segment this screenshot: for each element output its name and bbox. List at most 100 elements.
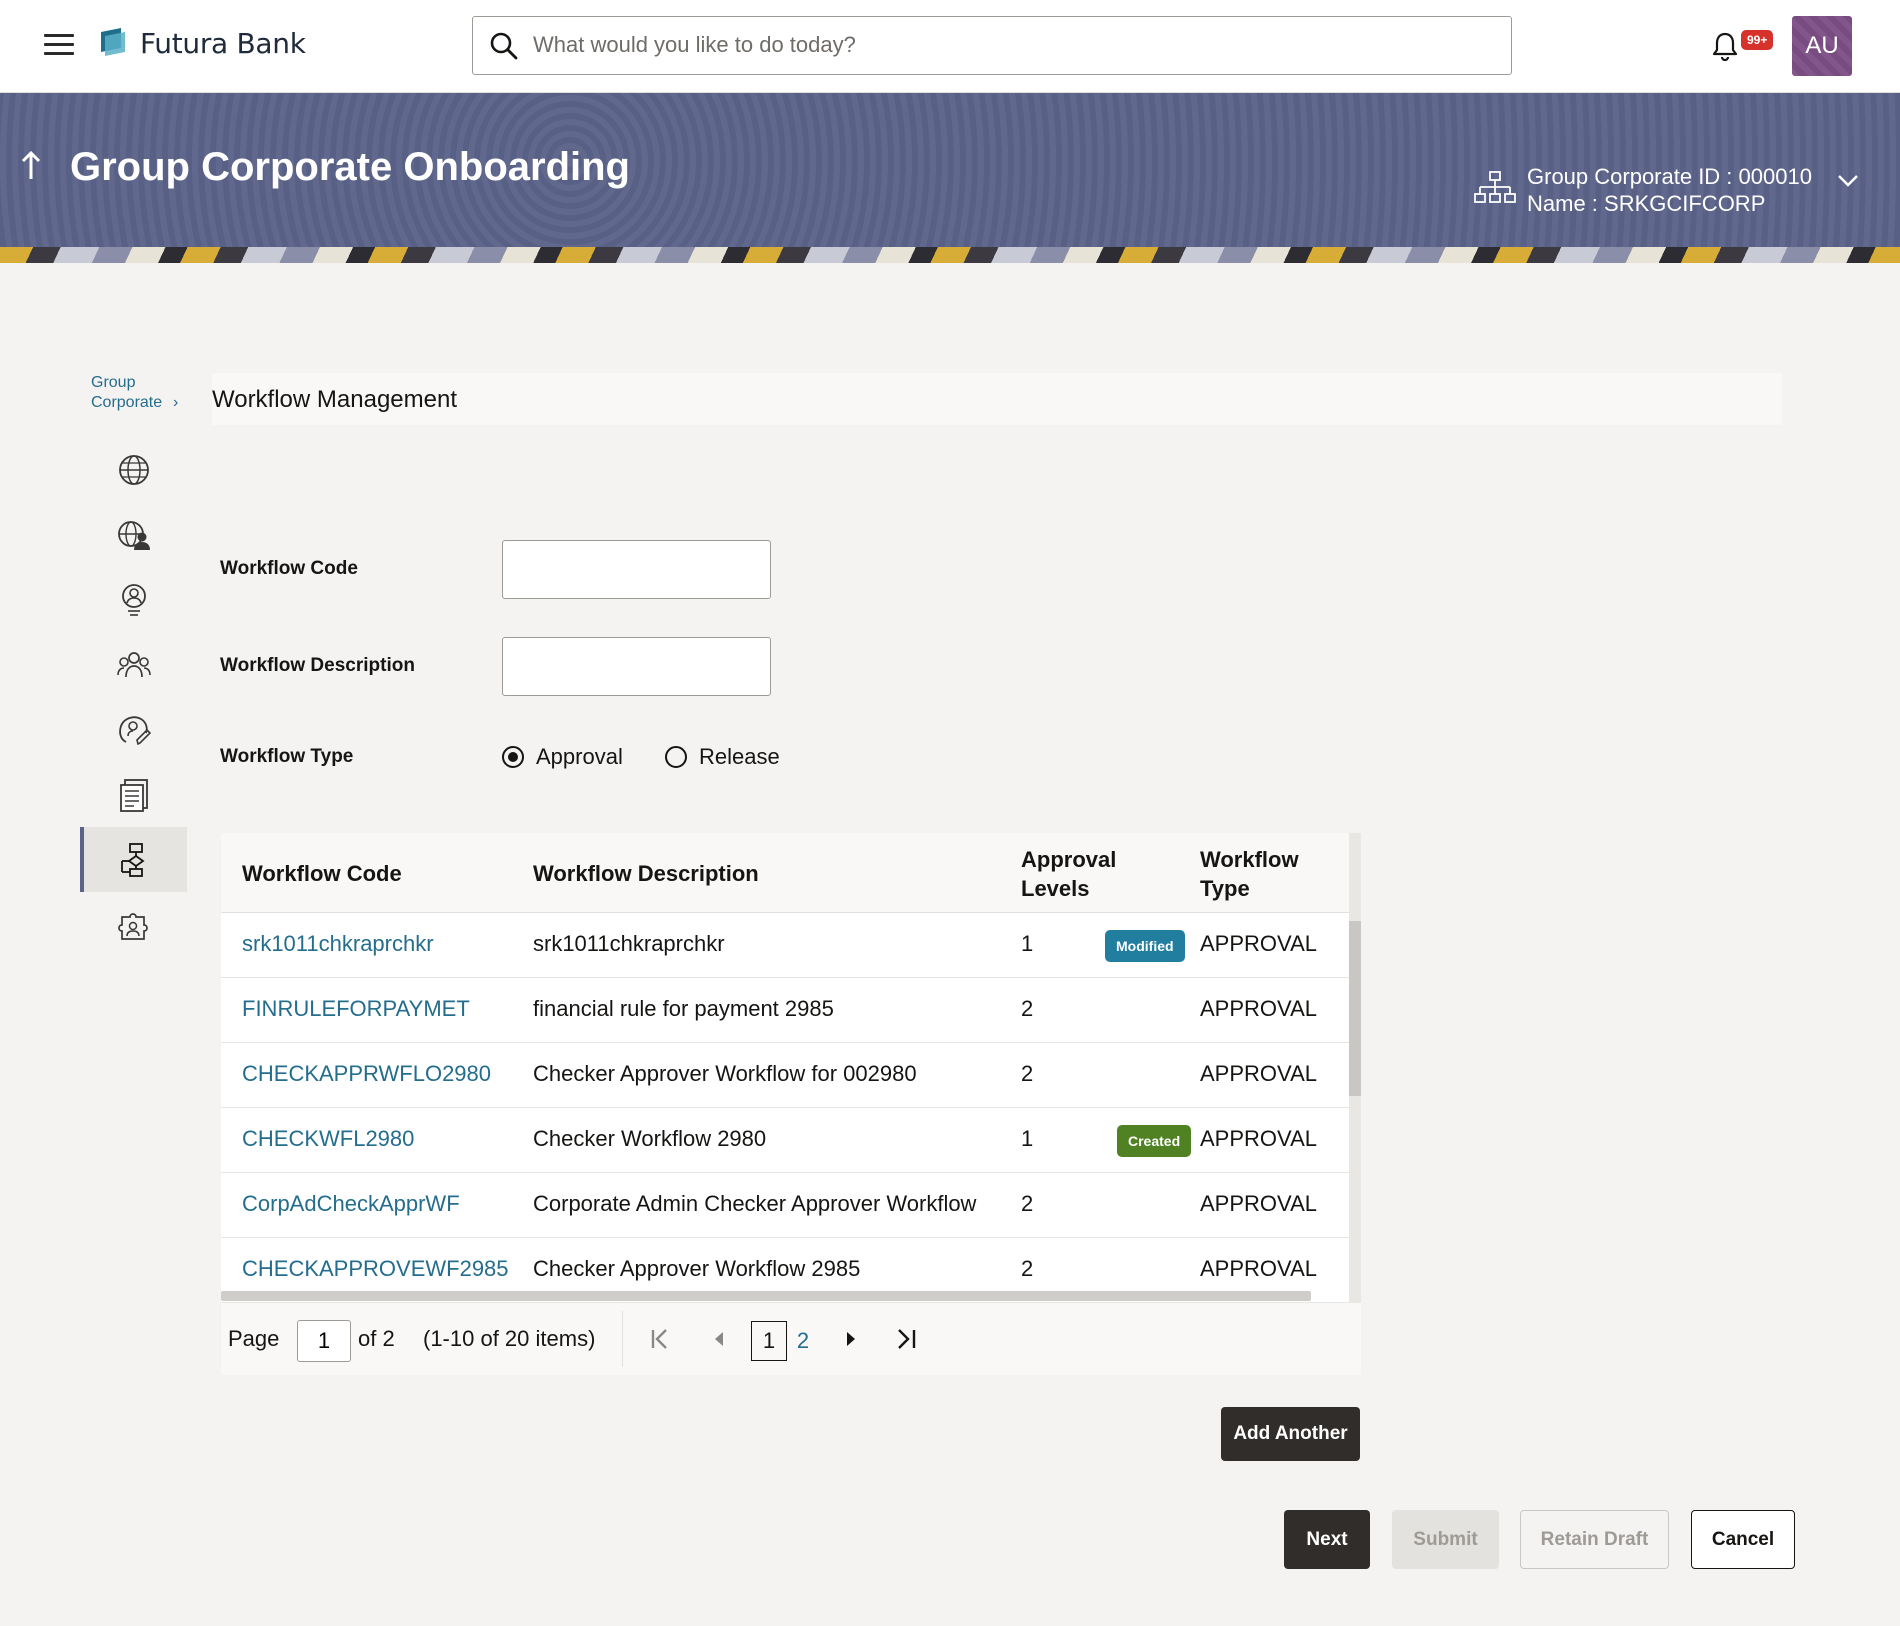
search-bar[interactable] <box>472 16 1512 75</box>
sidebar-item-document-list[interactable] <box>80 762 187 827</box>
table-row: CHECKWFL2980 Checker Workflow 2980 1 Cre… <box>221 1108 1349 1173</box>
workflow-code-label: Workflow Code <box>220 558 358 579</box>
workflow-table: Workflow Code Workflow Description Appro… <box>221 833 1361 1303</box>
items-range-label: (1-10 of 20 items) <box>423 1326 596 1351</box>
column-header-type-line2: Type <box>1200 876 1250 901</box>
horizontal-scrollbar[interactable] <box>221 1291 1311 1301</box>
org-hierarchy-icon <box>1474 171 1516 203</box>
column-header-levels[interactable]: Approval Levels <box>1021 845 1116 903</box>
approval-levels: 2 <box>1021 1256 1034 1281</box>
last-page-button[interactable] <box>891 1323 923 1355</box>
workflow-description: Checker Workflow 2980 <box>533 1126 767 1151</box>
back-arrow-icon[interactable] <box>18 149 44 183</box>
pagination-bar: Page of 2 (1-10 of 20 items) 1 2 <box>221 1303 1361 1375</box>
radio-release[interactable]: Release <box>665 744 780 770</box>
table-row: srk1011chkraprchkr srk1011chkraprchkr 1 … <box>221 913 1349 978</box>
workflow-type: APPROVAL <box>1200 1191 1317 1216</box>
brand-name: Futura Bank <box>140 27 306 60</box>
workflow-code-link[interactable]: CHECKWFL2980 <box>242 1126 414 1152</box>
table-header: Workflow Code Workflow Description Appro… <box>221 833 1349 913</box>
corporate-info: Group Corporate ID : 000010 Name : SRKGC… <box>1527 163 1812 217</box>
submit-button[interactable]: Submit <box>1392 1510 1499 1569</box>
radio-approval-label: Approval <box>536 744 623 769</box>
page-label: Page <box>228 1326 280 1351</box>
workflow-description: Checker Approver Workflow for 002980 <box>533 1061 917 1086</box>
page-number-2[interactable]: 2 <box>785 1321 821 1361</box>
sidebar-item-puzzle-users[interactable] <box>80 892 187 957</box>
banner-decorative-strip <box>0 247 1900 263</box>
previous-page-icon <box>715 1332 723 1346</box>
hamburger-menu-icon[interactable] <box>44 34 74 58</box>
workflow-icon <box>120 842 145 877</box>
sidebar-item-users-group[interactable] <box>80 632 187 697</box>
page-number-input[interactable] <box>297 1320 351 1362</box>
user-edit-icon <box>118 715 151 745</box>
vertical-scrollbar-thumb[interactable] <box>1349 921 1361 1096</box>
page-count-label: of 2 <box>358 1326 395 1351</box>
workflow-type-label: Workflow Type <box>220 746 354 767</box>
document-list-icon <box>119 778 148 812</box>
approval-levels: 2 <box>1021 1061 1034 1086</box>
breadcrumb-label-line2: Corporate <box>91 394 163 411</box>
column-header-type[interactable]: Workflow Type <box>1200 845 1299 903</box>
futura-bank-logo-icon <box>101 28 125 56</box>
search-input[interactable] <box>533 25 1493 65</box>
table-row: FINRULEFORPAYMET financial rule for paym… <box>221 978 1349 1043</box>
users-group-icon <box>116 651 151 677</box>
radio-approval[interactable]: Approval <box>502 744 623 770</box>
approval-levels: 1 <box>1021 931 1034 956</box>
radio-unselected-icon <box>665 746 687 768</box>
workflow-description: financial rule for payment 2985 <box>533 996 834 1021</box>
retain-draft-button[interactable]: Retain Draft <box>1520 1510 1669 1569</box>
next-button[interactable]: Next <box>1284 1510 1370 1569</box>
next-page-button[interactable] <box>835 1323 867 1355</box>
add-another-button[interactable]: Add Another <box>1221 1407 1360 1461</box>
workflow-description: srk1011chkraprchkr <box>533 931 725 956</box>
workflow-type: APPROVAL <box>1200 1061 1317 1086</box>
workflow-code-link[interactable]: CHECKAPPROVEWF2985 <box>242 1256 509 1282</box>
sidebar-item-workflow[interactable] <box>80 827 187 892</box>
approval-levels: 2 <box>1021 1191 1034 1216</box>
workflow-code-link[interactable]: FINRULEFORPAYMET <box>242 996 470 1022</box>
workflow-type: APPROVAL <box>1200 996 1317 1021</box>
column-header-description[interactable]: Workflow Description <box>533 859 759 888</box>
chevron-down-icon[interactable] <box>1836 173 1860 189</box>
sidebar-item-globe-user[interactable] <box>80 502 187 567</box>
sidebar-item-globe[interactable] <box>80 437 187 502</box>
workflow-description: Corporate Admin Checker Approver Workflo… <box>533 1191 977 1216</box>
cancel-button[interactable]: Cancel <box>1691 1510 1795 1569</box>
status-badge-modified: Modified <box>1105 930 1185 962</box>
next-page-icon <box>847 1332 855 1346</box>
workflow-type: APPROVAL <box>1200 1126 1317 1151</box>
sidebar-item-user-badge[interactable] <box>80 567 187 632</box>
radio-selected-icon <box>502 746 524 768</box>
user-avatar[interactable]: AU <box>1792 16 1852 76</box>
side-navigation <box>80 437 187 957</box>
sidebar-item-user-edit[interactable] <box>80 697 187 762</box>
workflow-code-link[interactable]: srk1011chkraprchkr <box>242 931 434 957</box>
workflow-code-input[interactable] <box>502 540 771 599</box>
breadcrumb-label-line1: Group <box>91 374 136 391</box>
first-page-icon <box>651 1329 667 1349</box>
notification-count-badge: 99+ <box>1741 30 1774 50</box>
workflow-description-input[interactable] <box>502 637 771 696</box>
pagination-divider <box>622 1311 623 1367</box>
previous-page-button[interactable] <box>703 1323 735 1355</box>
page-number-1[interactable]: 1 <box>751 1321 787 1361</box>
workflow-type: APPROVAL <box>1200 1256 1317 1281</box>
workflow-description-label: Workflow Description <box>220 655 415 676</box>
workflow-code-link[interactable]: CHECKAPPRWFLO2980 <box>242 1061 491 1087</box>
section-title: Workflow Management <box>212 386 457 413</box>
table-row: CorpAdCheckApprWF Corporate Admin Checke… <box>221 1173 1349 1238</box>
vertical-scrollbar[interactable] <box>1349 833 1361 1303</box>
notification-bell-icon[interactable] <box>1710 30 1740 62</box>
first-page-button[interactable] <box>644 1323 676 1355</box>
user-badge-icon <box>121 583 146 616</box>
table-row: CHECKAPPRWFLO2980 Checker Approver Workf… <box>221 1043 1349 1108</box>
breadcrumb-group-corporate[interactable]: Group Corporate › <box>91 373 178 413</box>
workflow-description: Checker Approver Workflow 2985 <box>533 1256 861 1281</box>
top-bar: Futura Bank 99+ AU <box>0 0 1900 93</box>
chevron-right-icon: › <box>173 394 179 411</box>
workflow-code-link[interactable]: CorpAdCheckApprWF <box>242 1191 460 1217</box>
column-header-code[interactable]: Workflow Code <box>242 859 402 888</box>
